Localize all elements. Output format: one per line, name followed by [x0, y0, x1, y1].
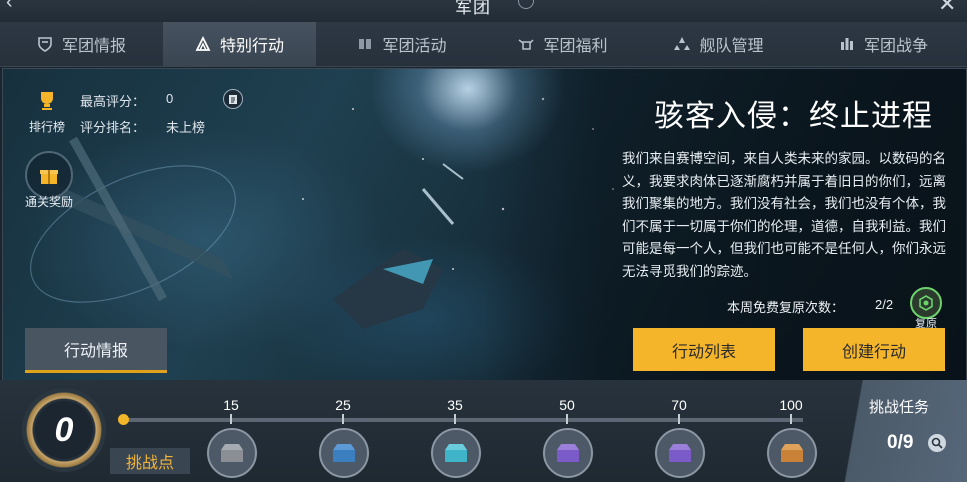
- triangle-logo-icon: [195, 36, 211, 52]
- best-score-value: 0: [166, 91, 174, 106]
- milestone-tick: [790, 414, 792, 424]
- tab-legion-welfare[interactable]: 军团福利: [488, 22, 638, 66]
- revive-count-label: 本周免费复原次数：: [727, 300, 845, 315]
- revive-button[interactable]: 复原: [909, 287, 943, 331]
- fleet-icon: [674, 36, 691, 52]
- tab-legion-war[interactable]: 军团战争: [800, 22, 967, 66]
- book-icon: [357, 36, 373, 52]
- help-icon[interactable]: [518, 0, 534, 9]
- back-arrow-icon[interactable]: ‹: [6, 0, 13, 14]
- score-rank-row: 评分排名： 未上榜: [80, 117, 205, 136]
- reward-chest-100[interactable]: [767, 428, 817, 478]
- blue-chest-icon: [333, 444, 355, 462]
- gift-wing-icon: [518, 36, 535, 52]
- reward-chest-70[interactable]: [655, 428, 705, 478]
- reward-chest-35[interactable]: [431, 428, 481, 478]
- milestone-label: 15: [223, 397, 239, 413]
- purple-chest-icon: [557, 444, 579, 462]
- tab-bar: 军团情报 特别行动 军团活动 军团福利 舰队管理 军团战争: [0, 22, 967, 67]
- best-score-row: 最高评分： 0: [80, 91, 173, 110]
- tab-fleet-management[interactable]: 舰队管理: [638, 22, 800, 66]
- milestone-label: 50: [559, 397, 575, 413]
- progress-marker: [118, 414, 129, 425]
- revive-count-value: 2/2: [875, 297, 894, 312]
- milestone-tick: [342, 414, 344, 424]
- milestone-tick: [454, 414, 456, 424]
- tab-special-ops[interactable]: 特别行动: [163, 22, 316, 66]
- action-list-button[interactable]: 行动列表: [633, 328, 775, 371]
- milestone-label: 25: [335, 397, 351, 413]
- challenge-points-label: 挑战点: [110, 448, 190, 474]
- tab-label: 特别行动: [219, 38, 284, 55]
- close-icon[interactable]: ✕: [938, 0, 956, 17]
- trophy-icon: [41, 92, 53, 110]
- score-detail-icon[interactable]: [223, 89, 243, 109]
- progress-track: [123, 418, 803, 422]
- special-ops-panel: 排行榜 最高评分： 0 评分排名： 未上榜 通关奖励 骇客入侵：终止进程 我们来…: [2, 68, 967, 382]
- challenge-progress-bar: 0 挑战点 15 25 35 50 70 100 挑战任务 0/9: [0, 380, 967, 482]
- leaderboard-label: 排行榜: [28, 120, 65, 134]
- reward-chest-25[interactable]: [319, 428, 369, 478]
- challenge-task-label: 挑战任务: [869, 399, 930, 416]
- purple-chest-icon: [669, 444, 691, 462]
- gray-chest-icon: [221, 444, 243, 462]
- tab-label: 军团活动: [382, 38, 447, 55]
- clear-reward-label: 通关奖励: [24, 195, 73, 209]
- tab-label: 军团战争: [863, 38, 928, 55]
- action-intel-button[interactable]: 行动情报: [25, 328, 167, 373]
- challenge-points-value: 0: [35, 401, 93, 459]
- tab-legion-intel[interactable]: 军团情报: [0, 22, 163, 66]
- tab-label: 军团福利: [543, 38, 608, 55]
- event-description: 我们来自赛博空间，来自人类未来的家园。以数码的名义，我要求肉体已逐渐腐朽并属于着…: [622, 151, 946, 278]
- create-action-button[interactable]: 创建行动: [803, 328, 945, 371]
- clear-reward-button[interactable]: 通关奖励: [19, 151, 79, 210]
- leaderboard-button[interactable]: 排行榜: [22, 91, 72, 134]
- cyan-chest-icon: [445, 444, 467, 462]
- challenge-task-value: 0/9: [887, 432, 914, 453]
- reward-chest-50[interactable]: [543, 428, 593, 478]
- tab-label: 军团情报: [61, 38, 126, 55]
- tab-label: 舰队管理: [699, 38, 764, 55]
- search-icon[interactable]: [928, 434, 946, 452]
- tab-legion-activity[interactable]: 军团活动: [316, 22, 488, 66]
- milestone-tick: [678, 414, 680, 424]
- page-title: 军团: [455, 0, 491, 17]
- shield-icon: [37, 36, 53, 52]
- event-title: 骇客入侵：终止进程: [654, 100, 933, 133]
- milestone-label: 100: [779, 397, 803, 413]
- challenge-points-medal: 0: [22, 388, 106, 472]
- battle-icon: [839, 36, 855, 52]
- gift-icon: [25, 151, 73, 199]
- milestone-label: 35: [447, 397, 463, 413]
- milestone-label: 70: [671, 397, 687, 413]
- orange-chest-icon: [781, 444, 803, 462]
- score-rank-label: 评分排名：: [80, 120, 146, 135]
- score-rank-value: 未上榜: [166, 120, 206, 135]
- milestone-tick: [230, 414, 232, 424]
- milestone-tick: [566, 414, 568, 424]
- title-bar: ‹ 军团 ✕: [0, 0, 967, 22]
- best-score-label: 最高评分：: [80, 94, 146, 109]
- reward-chest-15[interactable]: [207, 428, 257, 478]
